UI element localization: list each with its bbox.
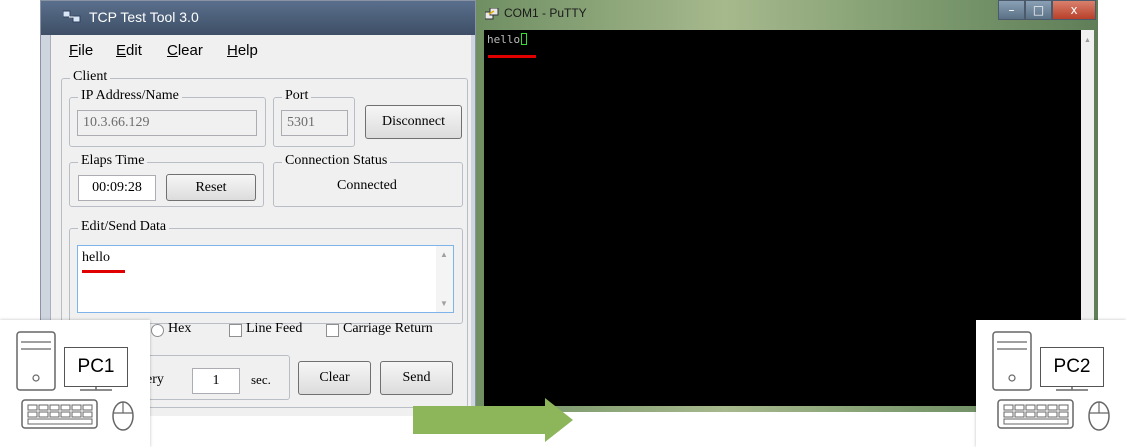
pc2-card: PC2 [976,320,1126,447]
hex-label: Hex [168,321,192,336]
close-button[interactable]: x [1052,0,1096,20]
tcp-titlebar[interactable]: TCP Test Tool 3.0 [41,1,475,35]
scroll-down-icon[interactable]: ▼ [440,299,448,308]
reset-button[interactable]: Reset [166,174,256,201]
ip-address-field[interactable]: 10.3.66.129 [77,110,257,136]
client-group-label: Client [70,69,111,85]
send-data-scrollbar[interactable]: ▲ ▼ [436,246,453,312]
putty-title: COM1 - PuTTY [504,6,587,20]
send-text-highlight [82,270,125,273]
pc1-label: PC1 [64,347,128,387]
port-group-label: Port [282,88,312,104]
disconnect-button[interactable]: Disconnect [365,105,462,139]
right-arrow-icon [413,398,573,442]
port-field[interactable]: 5301 [281,110,348,136]
edit-send-label: Edit/Send Data [78,219,170,235]
pc2-label: PC2 [1040,347,1104,387]
terminal-text-highlight [488,55,536,58]
menu-edit[interactable]: Edit [116,42,142,59]
window-title: TCP Test Tool 3.0 [89,9,199,25]
sec-label: sec. [251,372,271,387]
minimize-button[interactable]: – [998,0,1025,20]
hex-radio[interactable] [151,324,164,337]
terminal-cursor [521,33,528,45]
clear-button[interactable]: Clear [298,361,371,395]
send-data-textarea[interactable]: hello ▲ ▼ [77,245,454,313]
carriage-return-label: Carriage Return [343,321,433,336]
menubar: File Edit Clear Help [51,35,471,65]
terminal-output: hello [487,33,528,46]
line-feed-checkbox[interactable] [229,324,242,337]
app-icon [63,10,81,23]
scroll-up-icon[interactable]: ▲ [440,250,448,259]
interval-field[interactable]: 1 [192,368,240,394]
connection-status-value: Connected [337,178,397,193]
send-data-text: hello [82,250,110,265]
menu-help[interactable]: Help [227,42,258,59]
elaps-time-field[interactable]: 00:09:28 [78,175,156,201]
maximize-button[interactable]: □ [1025,0,1052,20]
connection-status-label: Connection Status [282,153,391,169]
carriage-return-checkbox[interactable] [326,324,339,337]
menu-clear[interactable]: Clear [167,42,203,59]
line-feed-label: Line Feed [246,321,303,336]
putty-icon [485,8,499,20]
elaps-time-label: Elaps Time [78,153,148,169]
send-button[interactable]: Send [380,361,453,395]
ip-group-label: IP Address/Name [78,88,182,104]
menu-file[interactable]: File [69,42,93,59]
scroll-up-icon[interactable]: ▲ [1084,36,1091,44]
pc1-card: PC1 [0,320,150,447]
